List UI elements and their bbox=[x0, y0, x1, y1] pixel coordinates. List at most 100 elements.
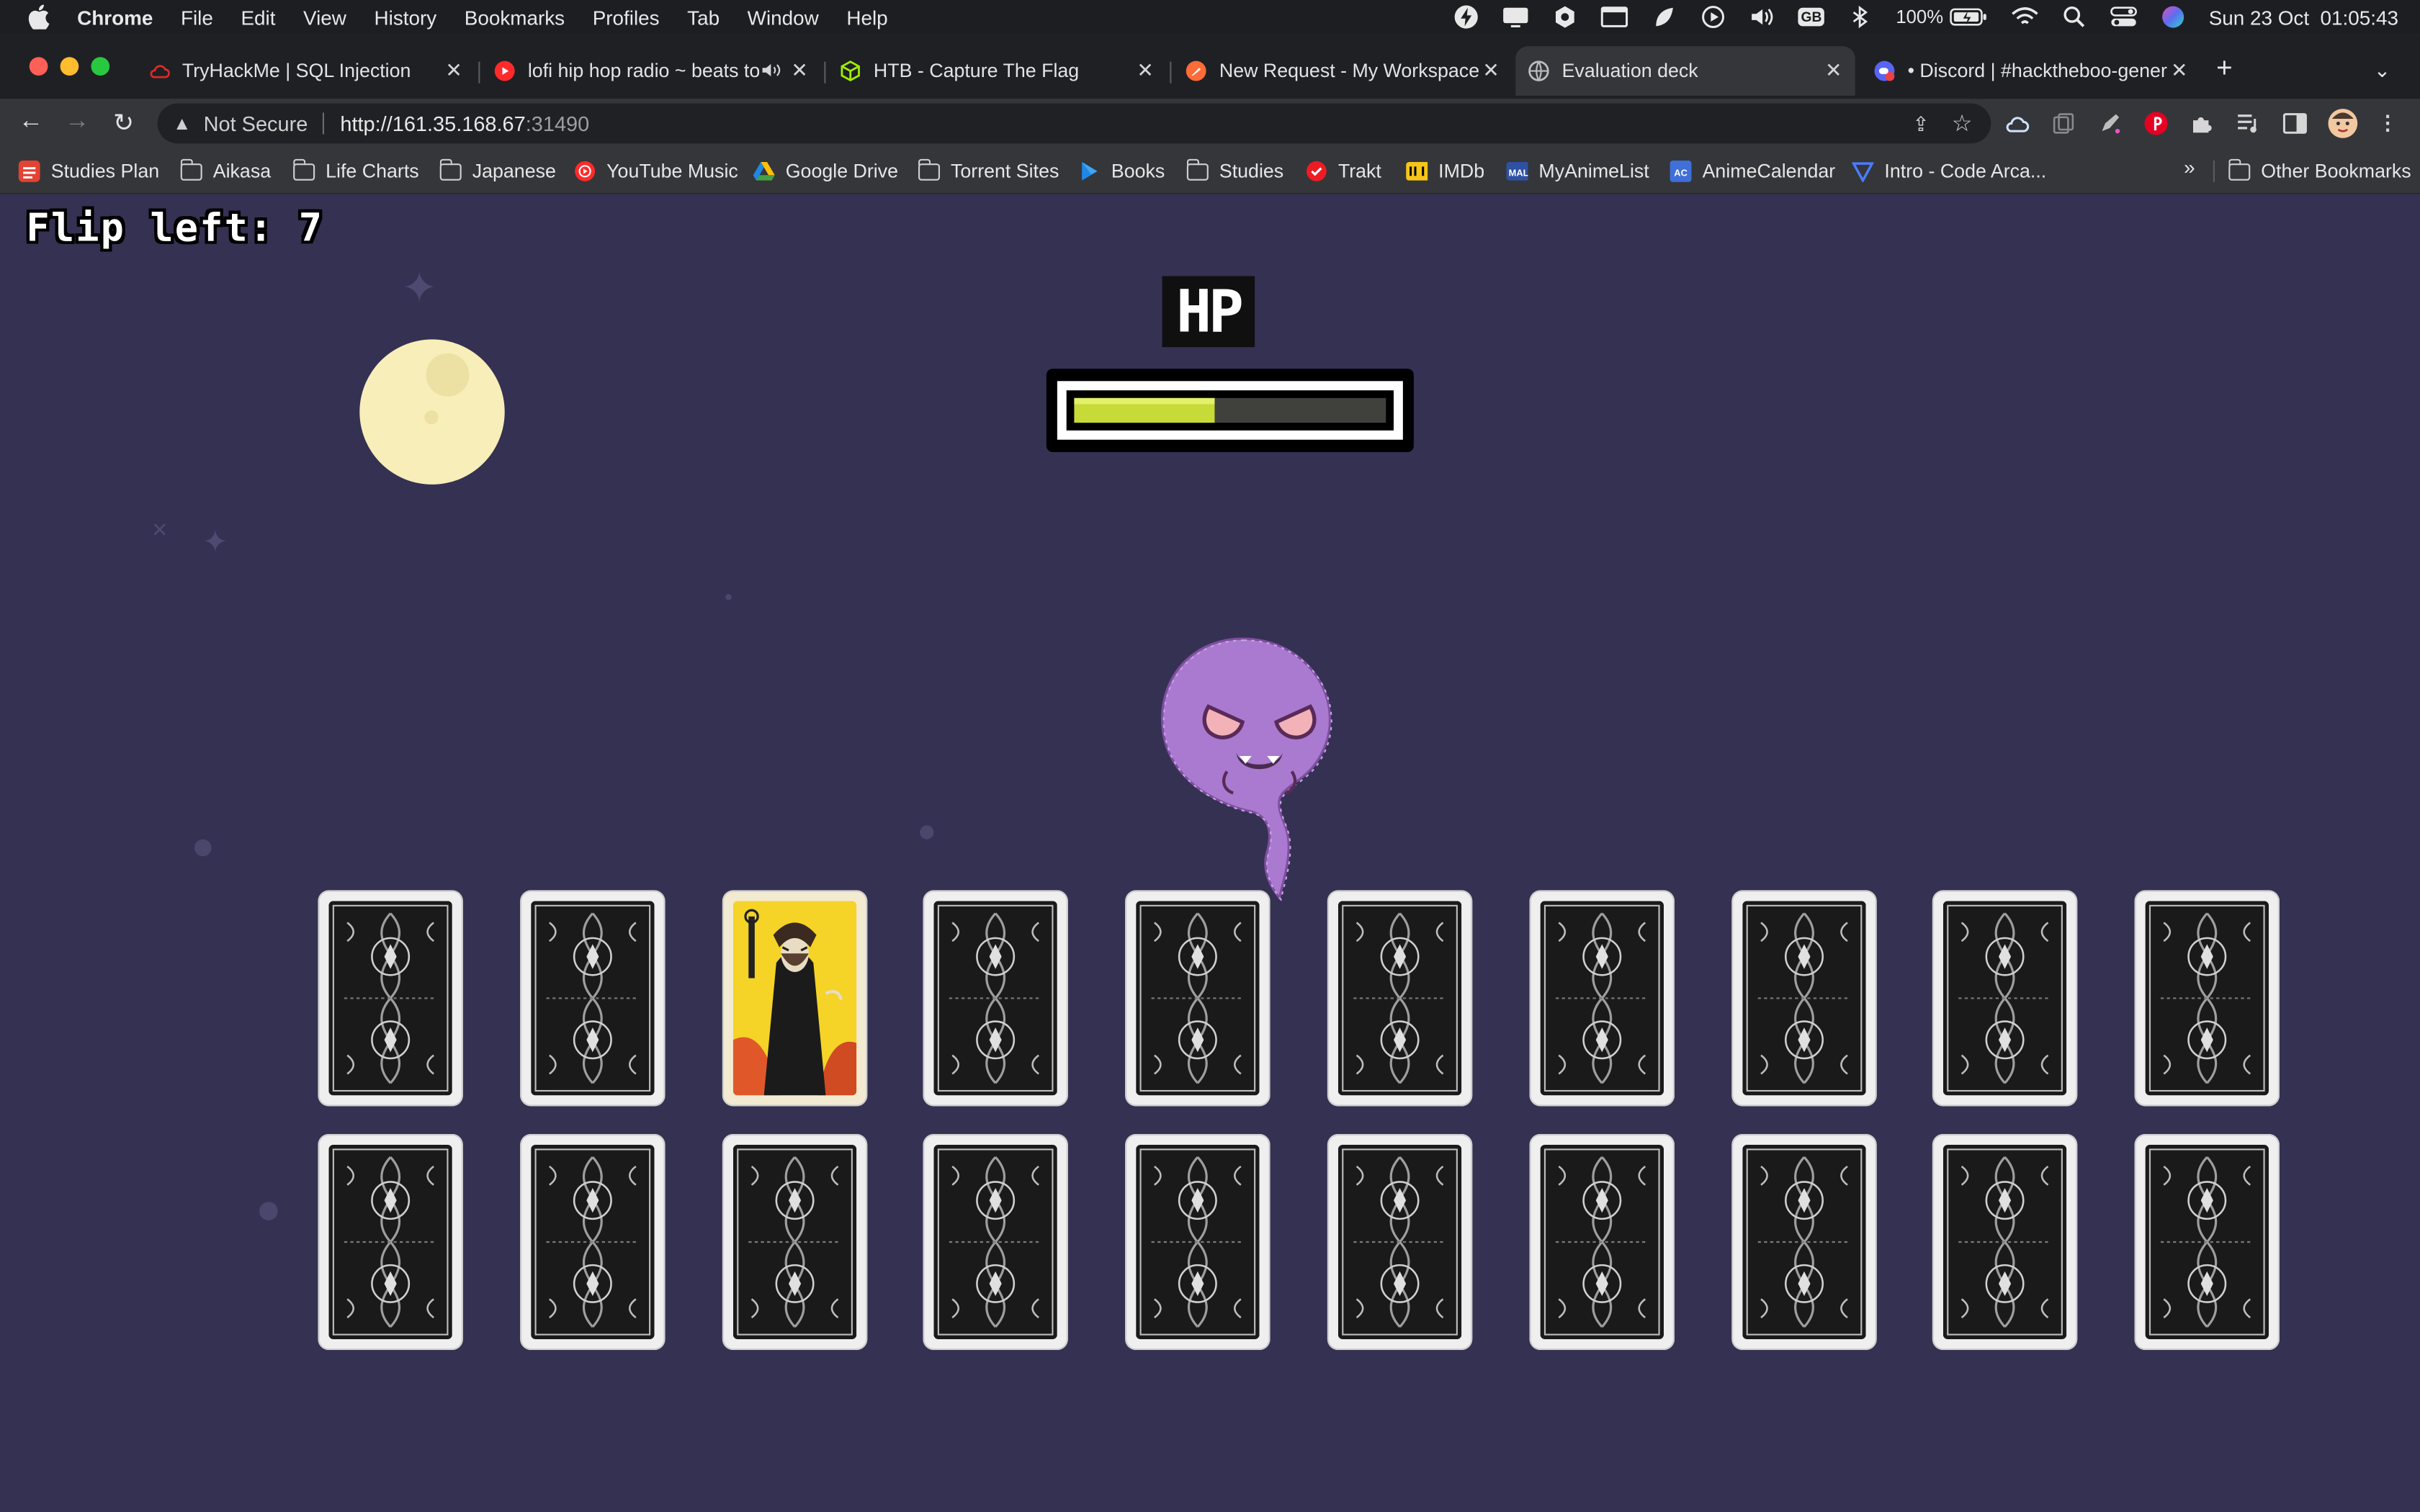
hexagon-icon[interactable] bbox=[1551, 4, 1579, 29]
card-face-down[interactable] bbox=[1932, 890, 2078, 1107]
tab-search-chevron-icon[interactable]: ⌄ bbox=[2374, 58, 2390, 83]
card-face-down[interactable] bbox=[318, 890, 463, 1107]
side-panel-icon[interactable] bbox=[2282, 111, 2307, 135]
card-face-down[interactable] bbox=[1529, 890, 1675, 1107]
siri-icon[interactable] bbox=[2159, 4, 2187, 29]
tab-tryhackme[interactable]: TryHackMe | SQL Injection ✕ bbox=[136, 46, 475, 96]
share-icon[interactable]: ⇪ bbox=[1912, 112, 1929, 137]
back-arrow-icon[interactable]: ← bbox=[15, 108, 46, 136]
new-tab-icon[interactable]: + bbox=[2216, 53, 2233, 85]
card-face-down[interactable] bbox=[923, 1134, 1068, 1350]
pen-extension-icon[interactable] bbox=[2097, 111, 2122, 135]
card-face-down[interactable] bbox=[1731, 1134, 1877, 1350]
bookmark-aikasa[interactable]: Aikasa bbox=[180, 158, 271, 186]
bluetooth-icon[interactable] bbox=[1847, 4, 1875, 29]
menu-view[interactable]: View bbox=[303, 6, 346, 29]
menu-history[interactable]: History bbox=[375, 6, 437, 29]
cloud-extension-icon[interactable] bbox=[2005, 111, 2030, 135]
copy-extension-icon[interactable] bbox=[2051, 111, 2076, 135]
warning-triangle-icon[interactable]: ▲ bbox=[173, 112, 191, 134]
bookmark-trakt[interactable]: Trakt bbox=[1306, 158, 1381, 186]
kebab-menu-icon[interactable]: ⋮ bbox=[2375, 111, 2400, 135]
menu-bookmarks[interactable]: Bookmarks bbox=[465, 6, 565, 29]
bookmark-star-icon[interactable]: ☆ bbox=[1952, 109, 1973, 137]
close-tab-icon[interactable]: ✕ bbox=[1821, 58, 1846, 83]
tab-postman[interactable]: New Request - My Workspace ✕ bbox=[1173, 46, 1512, 96]
card-face-down[interactable] bbox=[1125, 1134, 1270, 1350]
input-source-badge[interactable]: GB bbox=[1798, 7, 1825, 27]
minimize-window-button[interactable] bbox=[60, 57, 79, 76]
bookmarks-overflow-chevron-icon[interactable]: » bbox=[2184, 156, 2195, 179]
card-face-down[interactable] bbox=[2134, 890, 2280, 1107]
bookmark-myanimelist[interactable]: MAL MyAnimeList bbox=[1506, 158, 1649, 186]
bookmark-google-drive[interactable]: Google Drive bbox=[753, 158, 898, 186]
pinterest-icon[interactable] bbox=[2143, 111, 2168, 135]
close-tab-icon[interactable]: ✕ bbox=[1479, 58, 1503, 83]
battery-icon[interactable] bbox=[1950, 4, 1990, 29]
extensions-puzzle-icon[interactable] bbox=[2190, 111, 2215, 135]
close-tab-icon[interactable]: ✕ bbox=[1133, 58, 1157, 83]
card-face-down[interactable] bbox=[520, 890, 666, 1107]
play-circle-icon[interactable] bbox=[1699, 4, 1727, 29]
card-face-up[interactable] bbox=[722, 890, 868, 1107]
menu-edit[interactable]: Edit bbox=[241, 6, 275, 29]
profile-avatar-icon[interactable] bbox=[2327, 108, 2358, 139]
card-face-down[interactable] bbox=[923, 890, 1068, 1107]
card-face-down[interactable] bbox=[1327, 1134, 1473, 1350]
folder-icon bbox=[1186, 158, 1209, 181]
card-face-down[interactable] bbox=[520, 1134, 666, 1350]
card-face-down[interactable] bbox=[1327, 890, 1473, 1107]
menu-tab[interactable]: Tab bbox=[687, 6, 720, 29]
bookmark-code-arcana[interactable]: Intro - Code Arca... bbox=[1852, 158, 2046, 186]
bolt-icon[interactable] bbox=[1452, 4, 1480, 29]
wifi-icon[interactable] bbox=[2011, 4, 2039, 29]
card-face-down[interactable] bbox=[2134, 1134, 2280, 1350]
bookmark-studies[interactable]: Studies bbox=[1186, 158, 1283, 186]
bookmark-youtube-music[interactable]: YouTube Music bbox=[574, 158, 738, 186]
menu-app-name[interactable]: Chrome bbox=[77, 6, 153, 29]
bookmark-torrent-sites[interactable]: Torrent Sites bbox=[918, 158, 1059, 186]
close-tab-icon[interactable]: ✕ bbox=[2167, 58, 2192, 83]
spotlight-search-icon[interactable] bbox=[2061, 4, 2089, 29]
card-face-down[interactable] bbox=[1529, 1134, 1675, 1350]
control-center-icon[interactable] bbox=[2110, 4, 2138, 29]
card-face-down[interactable] bbox=[318, 1134, 463, 1350]
address-bar[interactable]: ▲ Not Secure http://161.35.168.67:31490 … bbox=[157, 103, 1991, 144]
not-secure-label[interactable]: Not Secure bbox=[204, 112, 308, 135]
close-tab-icon[interactable]: ✕ bbox=[442, 58, 466, 83]
card-face-down[interactable] bbox=[722, 1134, 868, 1350]
menu-help[interactable]: Help bbox=[846, 6, 887, 29]
volume-icon[interactable] bbox=[1749, 4, 1777, 29]
reload-icon[interactable]: ↻ bbox=[108, 108, 139, 139]
menu-file[interactable]: File bbox=[181, 6, 213, 29]
other-bookmarks[interactable]: Other Bookmarks bbox=[2228, 158, 2411, 186]
leaf-icon[interactable] bbox=[1650, 4, 1678, 29]
tab-discord[interactable]: • Discord | #hacktheboo-gener ✕ bbox=[1861, 46, 2200, 96]
screen-share-icon[interactable] bbox=[1502, 4, 1530, 29]
maximize-window-button[interactable] bbox=[91, 57, 110, 76]
card-face-down[interactable] bbox=[1731, 890, 1877, 1107]
bookmark-studies-plan[interactable]: Studies Plan bbox=[18, 158, 159, 186]
card-face-down[interactable] bbox=[1125, 890, 1270, 1107]
url-port[interactable]: :31490 bbox=[526, 112, 589, 135]
card-face-down[interactable] bbox=[1932, 1134, 2078, 1350]
menubar-clock[interactable]: Sun 23 Oct 01:05:43 bbox=[2209, 6, 2398, 29]
close-tab-icon[interactable]: ✕ bbox=[787, 58, 812, 83]
tab-evaluation-deck[interactable]: Evaluation deck ✕ bbox=[1515, 46, 1855, 96]
bookmark-books[interactable]: Books bbox=[1079, 158, 1165, 186]
tab-lofi-radio[interactable]: lofi hip hop radio ~ beats to ✕ bbox=[482, 46, 821, 96]
speaker-icon[interactable] bbox=[759, 60, 781, 83]
bookmark-life-charts[interactable]: Life Charts bbox=[293, 158, 419, 186]
bookmark-japanese[interactable]: Japanese bbox=[439, 158, 556, 186]
window-icon[interactable] bbox=[1600, 4, 1628, 29]
url-host[interactable]: http://161.35.168.67 bbox=[340, 112, 525, 135]
close-window-button[interactable] bbox=[29, 57, 48, 76]
apple-icon[interactable] bbox=[28, 4, 50, 30]
bookmark-imdb[interactable]: IMDb bbox=[1406, 158, 1484, 186]
menu-profiles[interactable]: Profiles bbox=[593, 6, 660, 29]
forward-arrow-icon[interactable]: → bbox=[62, 108, 93, 136]
bookmark-animecalendar[interactable]: AC AnimeCalendar bbox=[1670, 158, 1835, 186]
media-queue-icon[interactable] bbox=[2236, 111, 2261, 135]
menu-window[interactable]: Window bbox=[748, 6, 819, 29]
tab-htb[interactable]: HTB - Capture The Flag ✕ bbox=[828, 46, 1167, 96]
